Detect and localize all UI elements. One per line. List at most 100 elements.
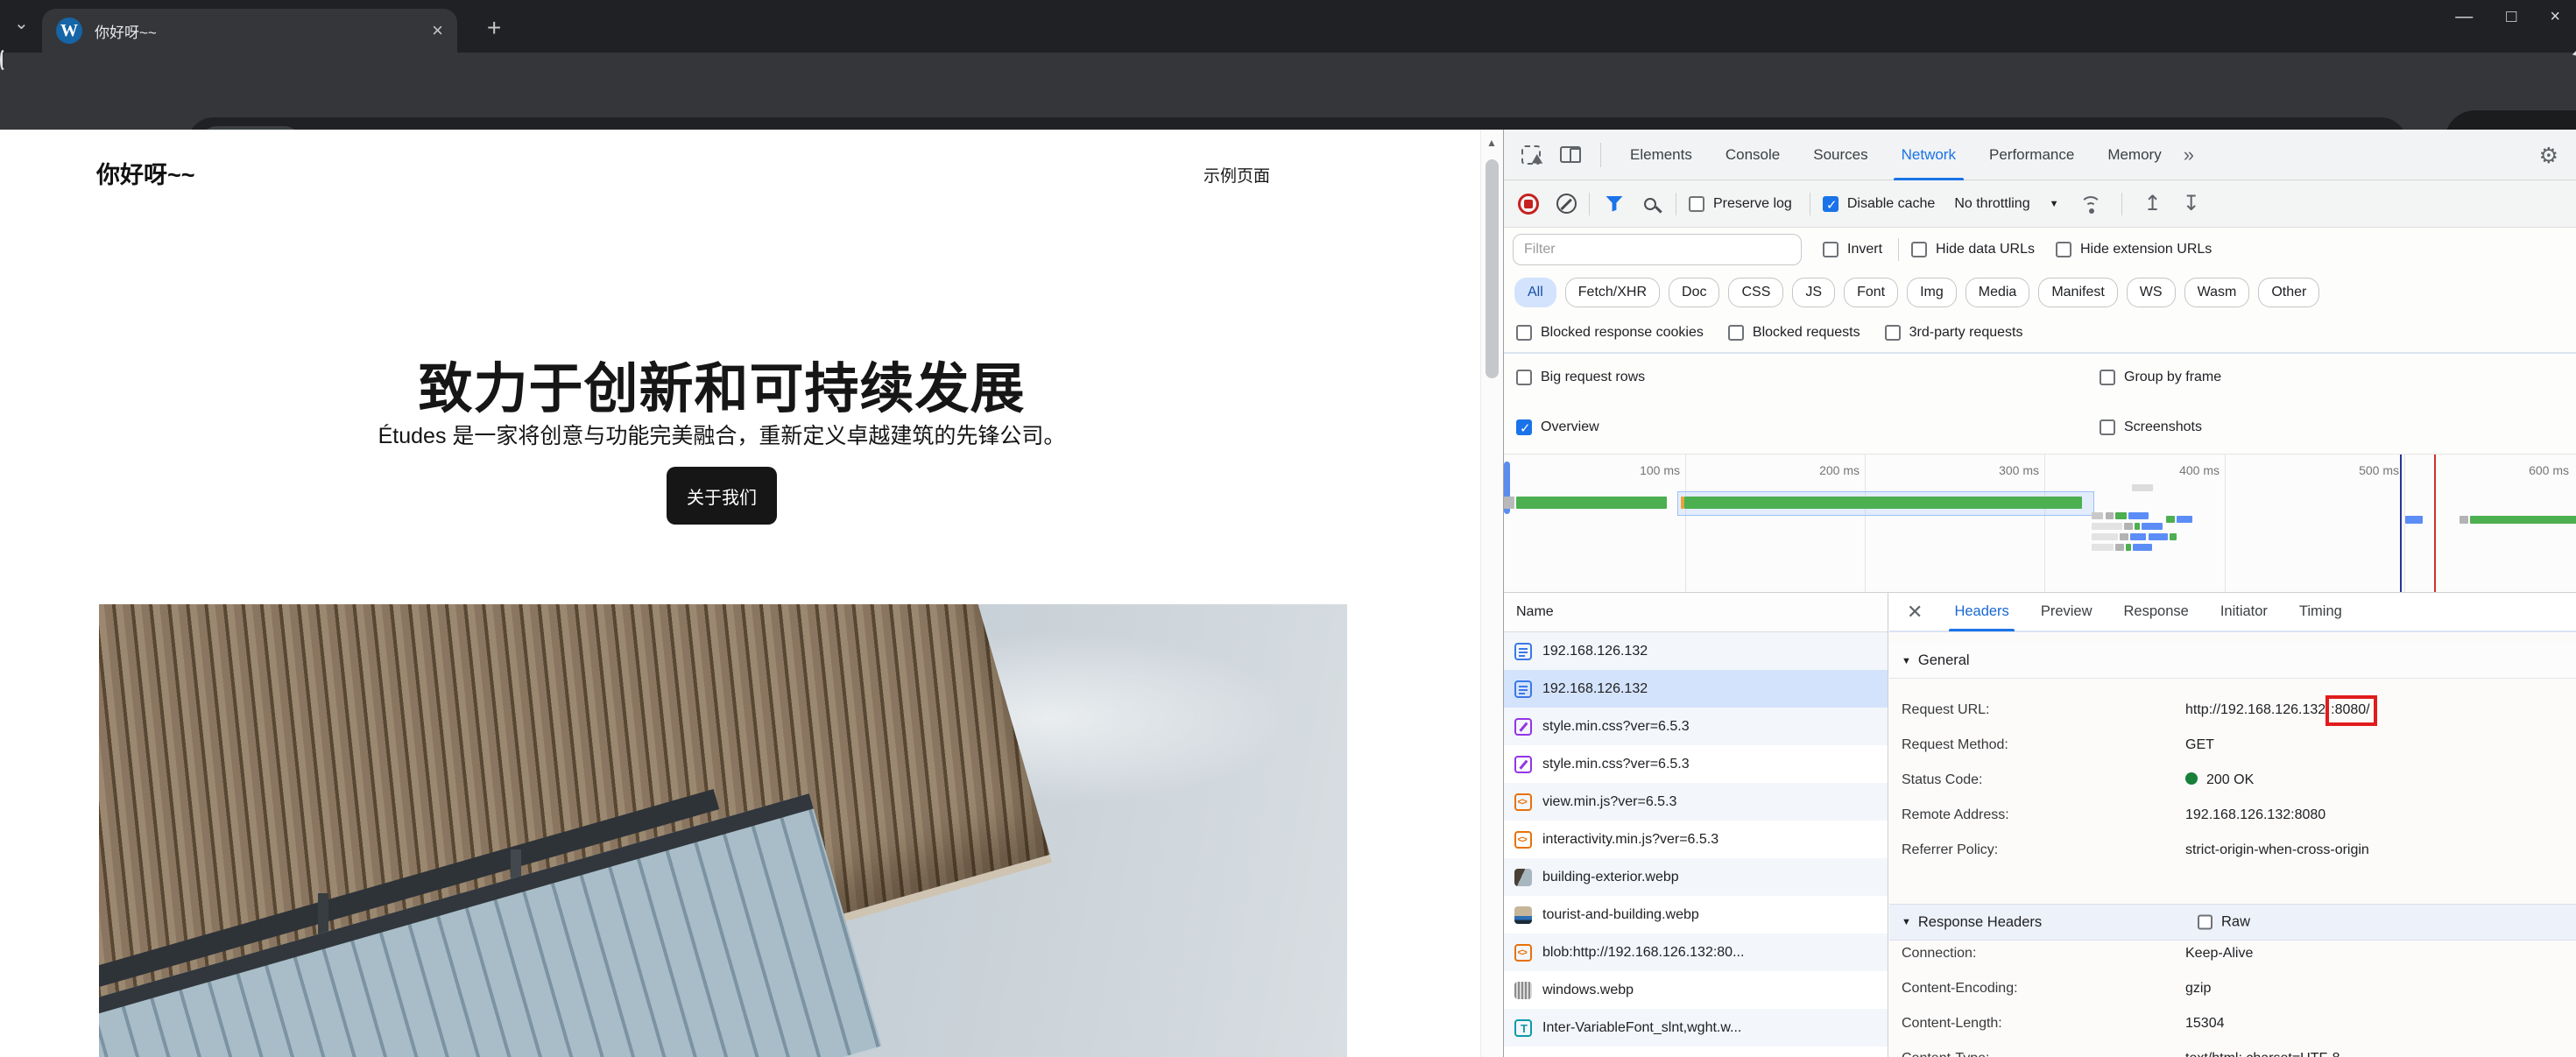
hide-data-urls-checkbox[interactable] [1911,242,1927,257]
import-har-icon[interactable]: ↥ [2143,191,2161,216]
blocked-response-cookies-checkbox[interactable] [1516,325,1532,341]
devtools-tab-performance[interactable]: Performance [1973,130,2091,180]
device-toolbar-icon[interactable] [1560,146,1581,163]
big-request-rows-checkbox[interactable] [1516,370,1532,385]
inspect-element-icon[interactable] [1521,145,1541,165]
overview-request-bar [2115,544,2124,551]
overview-option[interactable]: Overview [1516,419,1599,435]
nav-link-sample-page[interactable]: 示例页面 [1203,163,1270,187]
details-tab-headers[interactable]: Headers [1938,593,2024,631]
hero-building-image [99,604,1347,1057]
type-filter-manifest[interactable]: Manifest [2038,278,2117,307]
request-row[interactable]: style.min.css?ver=6.5.3 [1504,708,1888,745]
request-row[interactable]: windows.webp [1504,971,1888,1009]
clear-network-log-button[interactable] [1556,194,1577,214]
export-har-icon[interactable]: ↧ [2183,191,2200,216]
request-row[interactable]: Inter-VariableFont_slnt,wght.w... [1504,1009,1888,1046]
overview-request-bar [2177,516,2192,523]
blocked-requests-option[interactable]: Blocked requests [1728,325,1860,341]
window-close-button[interactable]: × [2550,7,2560,27]
disable-cache-option[interactable]: Disable cache [1823,196,1936,212]
request-row[interactable]: building-exterior.webp [1504,858,1888,896]
request-list-name-header[interactable]: Name [1504,593,1888,632]
devtools-tab-memory[interactable]: Memory [2091,130,2177,180]
invert-option[interactable]: Invert [1823,242,1882,257]
scrollbar-thumb[interactable] [1486,159,1499,378]
raw-headers-option[interactable]: Raw [2198,914,2250,931]
big-request-rows-option[interactable]: Big request rows [1516,370,1645,385]
type-filter-css[interactable]: CSS [1728,278,1783,307]
type-filter-wasm[interactable]: Wasm [2184,278,2250,307]
type-filter-ws[interactable]: WS [2127,278,2176,307]
response-headers-section-header[interactable]: ▼ Response Headers Raw [1889,904,2576,941]
type-filter-all[interactable]: All [1514,278,1556,307]
request-row[interactable]: tourist-and-building.webp [1504,896,1888,934]
devtools-tab-bar: ElementsConsoleSourcesNetworkPerformance… [1504,130,2576,180]
window-minimize-button[interactable]: — [2455,7,2473,27]
tab-close-icon[interactable]: × [432,19,443,42]
blocked-response-cookies-option[interactable]: Blocked response cookies [1516,325,1704,341]
overview-checkbox[interactable] [1516,419,1532,435]
browser-toolbar: ← → ⚠ 不安全 192.168.126.132:8080 ☆ 无痕模式 [0,53,2576,130]
devtools-tab-sources[interactable]: Sources [1796,130,1884,180]
close-details-icon[interactable]: ✕ [1907,601,1923,624]
network-overview-timeline[interactable]: 100 ms200 ms300 ms400 ms500 ms600 ms [1504,454,2576,593]
record-network-log-button[interactable] [1518,194,1539,215]
type-filter-js[interactable]: JS [1792,278,1835,307]
filter-toggle-icon[interactable] [1606,196,1623,212]
details-tab-initiator[interactable]: Initiator [2205,593,2283,631]
preserve-log-checkbox[interactable] [1689,196,1704,212]
third-party-requests-checkbox[interactable] [1885,325,1901,341]
network-conditions-icon[interactable] [2079,195,2104,213]
request-row[interactable]: interactivity.min.js?ver=6.5.3 [1504,821,1888,858]
more-tabs-icon[interactable]: » [2184,144,2194,166]
preserve-log-option[interactable]: Preserve log [1689,196,1792,212]
raw-checkbox[interactable] [2198,915,2213,930]
request-row[interactable] [1504,1046,1888,1057]
reload-button[interactable] [0,50,5,70]
hide-data-urls-option[interactable]: Hide data URLs [1911,242,2035,257]
new-tab-button[interactable]: + [487,16,501,40]
group-by-frame-option[interactable]: Group by frame [2100,370,2221,385]
page-scrollbar[interactable]: ▲ [1480,130,1503,1057]
details-tab-response[interactable]: Response [2108,593,2205,631]
filter-input[interactable] [1513,234,1802,265]
collapse-triangle-icon: ▼ [1902,656,1911,666]
window-maximize-button[interactable]: □ [2506,7,2516,27]
request-row[interactable]: 192.168.126.132 [1504,632,1888,670]
screenshots-option[interactable]: Screenshots [2100,419,2202,435]
type-filter-fetch-xhr[interactable]: Fetch/XHR [1565,278,1660,307]
type-filter-img[interactable]: Img [1907,278,1957,307]
browser-tab[interactable]: W 你好呀~~ × [42,9,457,53]
type-filter-media[interactable]: Media [1966,278,2030,307]
request-row[interactable]: view.min.js?ver=6.5.3 [1504,783,1888,821]
type-filter-font[interactable]: Font [1844,278,1898,307]
search-network-icon[interactable] [1644,198,1656,210]
tab-list-chevron-icon[interactable]: ⌄ [14,12,29,34]
screenshots-checkbox[interactable] [2100,419,2115,435]
scrollbar-up-arrow-icon[interactable]: ▲ [1486,137,1497,149]
general-section-header[interactable]: ▼ General [1889,644,2576,679]
hide-extension-urls-checkbox[interactable] [2056,242,2071,257]
request-row[interactable]: blob:http://192.168.126.132:80... [1504,934,1888,971]
disable-cache-checkbox[interactable] [1823,196,1838,212]
details-tab-timing[interactable]: Timing [2283,593,2358,631]
devtools-settings-gear-icon[interactable]: ⚙ [2539,143,2558,169]
third-party-requests-option[interactable]: 3rd-party requests [1885,325,2023,341]
request-row[interactable]: 192.168.126.132 [1504,670,1888,708]
type-filter-other[interactable]: Other [2258,278,2319,307]
request-row[interactable]: style.min.css?ver=6.5.3 [1504,745,1888,783]
about-us-button[interactable]: 关于我们 [667,467,777,525]
site-title[interactable]: 你好呀~~ [96,156,195,190]
group-by-frame-checkbox[interactable] [2100,370,2115,385]
request-name: blob:http://192.168.126.132:80... [1542,945,1744,961]
throttling-dropdown[interactable]: No throttling ▼ [1954,196,2058,212]
devtools-tab-console[interactable]: Console [1709,130,1796,180]
devtools-tab-network[interactable]: Network [1885,130,1973,180]
hide-extension-urls-option[interactable]: Hide extension URLs [2056,242,2212,257]
details-tab-preview[interactable]: Preview [2025,593,2108,631]
invert-checkbox[interactable] [1823,242,1838,257]
type-filter-doc[interactable]: Doc [1669,278,1719,307]
blocked-requests-checkbox[interactable] [1728,325,1744,341]
devtools-tab-elements[interactable]: Elements [1613,130,1709,180]
